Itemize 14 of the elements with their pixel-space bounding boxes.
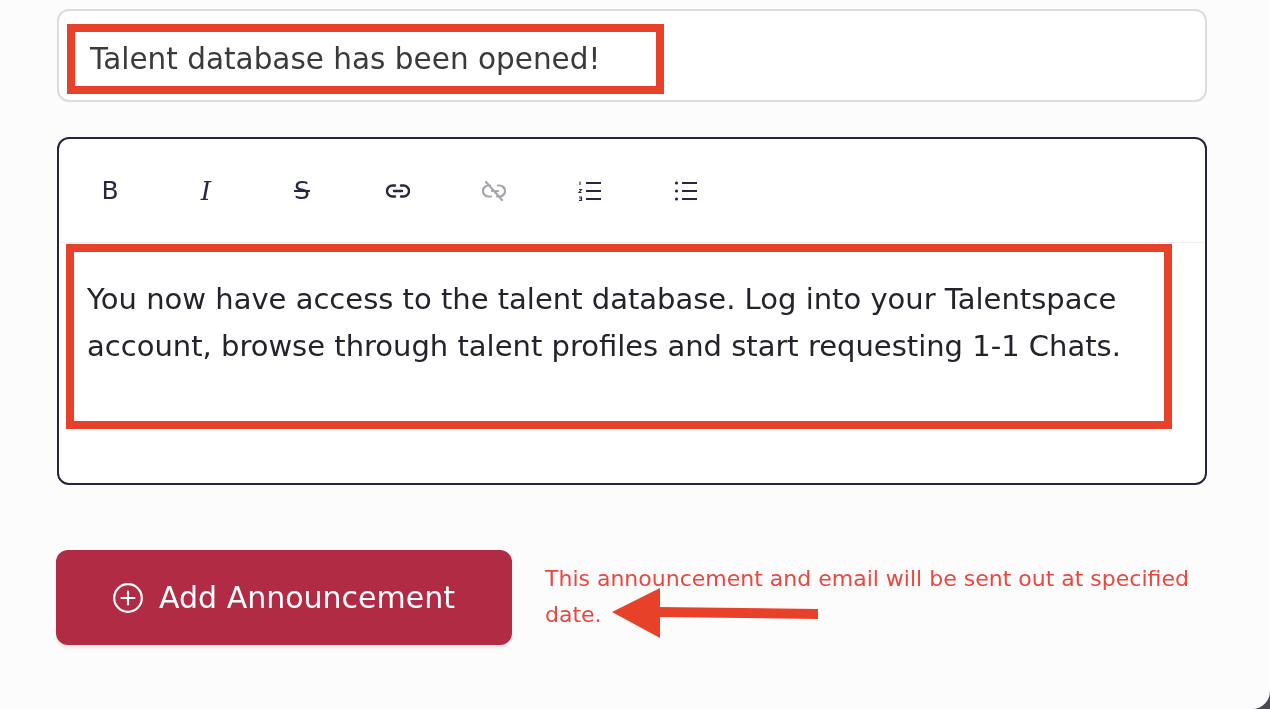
bullet-list-icon [674,180,698,201]
plus-circle-icon [113,582,143,613]
schedule-note: This announcement and email will be sent out at specified date. [545,565,1190,629]
italic-button[interactable]: I [186,170,226,211]
numbered-list-icon [578,180,602,201]
add-announcement-button[interactable]: Add Announcement [56,550,512,645]
strikethrough-button[interactable]: S [282,170,322,211]
body-text: You now have access to the talent database. Log into your Talentspace account, browse through talent profiles and start requesting 1-1 Chats. [87,281,1122,365]
unlink-icon [482,180,506,201]
bold-button[interactable]: B [90,170,130,211]
link-icon [386,183,410,198]
editor-text-area[interactable]: You now have access to the talent database. Log into your Talentspace account, browse through talent profiles and start requesting 1-1 Chats. [59,242,1205,483]
title-value: Talent database has been opened! [90,42,601,76]
title-field[interactable]: Talent database has been opened! [57,9,1207,102]
